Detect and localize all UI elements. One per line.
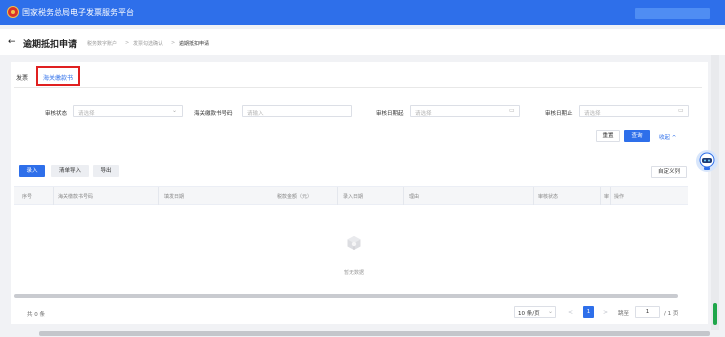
column-header-actions: 操作 <box>614 194 625 200</box>
column-header-entry-date: 录入日期 <box>343 194 364 200</box>
page-number-current[interactable]: 1 <box>583 306 594 318</box>
page-horizontal-scrollbar[interactable] <box>39 331 710 336</box>
jump-to-label: 跳至 <box>618 311 630 317</box>
column-divider <box>53 187 54 205</box>
filter-label-audit-date-start: 审核日期起 <box>376 111 404 117</box>
page-scroll-track <box>711 30 719 330</box>
total-count: 共 0 条 <box>27 312 45 318</box>
back-arrow-icon[interactable]: ← <box>8 37 16 47</box>
breadcrumb-item-current: 逾期抵扣申请 <box>179 41 210 47</box>
column-header-issue-date: 填发日期 <box>164 194 185 200</box>
collapse-toggle[interactable]: 收起 ^ <box>659 133 676 141</box>
calendar-icon: ▭ <box>509 107 515 114</box>
chevron-down-icon: ⌄ <box>172 107 178 114</box>
empty-state-text: 暂无数据 <box>344 270 365 276</box>
column-header-reason: 理由 <box>409 194 420 200</box>
highlight-box <box>36 66 80 86</box>
column-header-audit-status: 审核状态 <box>538 194 559 200</box>
column-divider <box>600 187 601 205</box>
column-header-index: 序号 <box>22 194 33 200</box>
filter-label-audit-status: 审核状态 <box>45 111 68 117</box>
filter-label-audit-date-end: 审核日期止 <box>545 111 573 117</box>
export-button[interactable]: 导出 <box>93 165 119 177</box>
calendar-icon: ▭ <box>678 107 684 114</box>
tabs-divider <box>14 87 702 88</box>
column-header-audit-truncated: 审 <box>604 194 610 200</box>
tab-invoice[interactable]: 发票 <box>16 73 28 82</box>
page-size-select[interactable]: 10 条/页 ⌄ <box>514 306 556 318</box>
add-button[interactable]: 录入 <box>19 165 45 177</box>
breadcrumb-item-invoice-confirm[interactable]: 发票勾选确认 <box>133 40 163 47</box>
breadcrumb-separator: > <box>125 40 130 46</box>
page-total-text: / 1 页 <box>664 311 679 317</box>
column-header-customs-number: 海关缴款书号码 <box>58 194 94 200</box>
page-size-value: 10 条/页 <box>518 311 540 317</box>
next-page-button[interactable]: > <box>603 309 608 316</box>
reset-button[interactable]: 重置 <box>596 130 620 142</box>
user-account-box[interactable] <box>635 8 710 19</box>
empty-box-icon <box>347 236 361 250</box>
import-list-button[interactable]: 清单导入 <box>51 165 89 177</box>
customs-number-placeholder: 请输入 <box>247 111 264 117</box>
column-divider <box>337 187 338 205</box>
filter-label-customs-number: 海关缴款书号码 <box>194 111 233 117</box>
column-header-tax-amount: 税款金额（元） <box>277 194 313 200</box>
page-vertical-scrollbar[interactable] <box>713 303 717 325</box>
chevron-down-icon: ⌄ <box>548 308 554 315</box>
table-horizontal-scrollbar[interactable] <box>14 294 678 298</box>
column-divider <box>158 187 159 205</box>
top-nav-bar: 国家税务总局电子发票服务平台 <box>0 0 725 25</box>
column-divider <box>610 187 611 205</box>
site-title: 国家税务总局电子发票服务平台 <box>22 8 134 17</box>
breadcrumb-separator: > <box>171 40 176 46</box>
breadcrumb-item-account[interactable]: 税务数字账户 <box>87 40 117 47</box>
audit-status-placeholder: 请选择 <box>78 111 95 117</box>
audit-date-end-placeholder: 请选择 <box>584 111 601 117</box>
audit-date-start-placeholder: 请选择 <box>415 111 432 117</box>
tax-emblem-logo <box>7 6 19 18</box>
search-button[interactable]: 查询 <box>624 130 650 142</box>
jump-page-input[interactable]: 1 <box>635 306 660 318</box>
column-divider <box>533 187 534 205</box>
page-title: 逾期抵扣申请 <box>23 40 78 50</box>
custom-columns-button[interactable]: 自定义列 <box>651 166 687 178</box>
column-divider <box>403 187 404 205</box>
prev-page-button[interactable]: < <box>568 309 573 316</box>
assistant-robot-icon[interactable] <box>695 149 719 173</box>
